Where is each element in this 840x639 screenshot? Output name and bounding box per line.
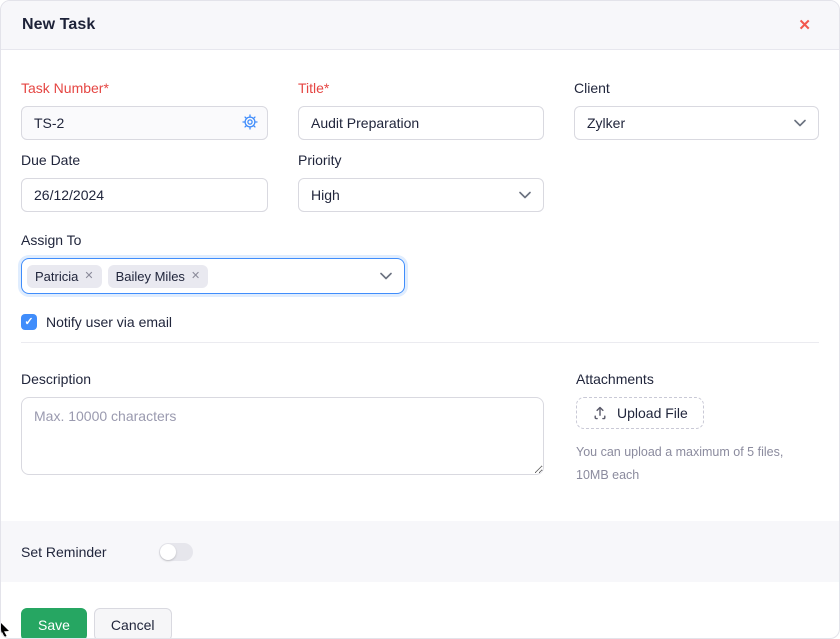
- assignee-chip-name: Bailey Miles: [116, 269, 185, 284]
- assign-to-label: Assign To: [21, 232, 819, 248]
- client-field: Client Zylker: [574, 80, 819, 140]
- description-label: Description: [21, 371, 544, 387]
- dialog-footer: Save Cancel: [1, 582, 839, 639]
- priority-select[interactable]: High: [298, 178, 544, 212]
- assignee-chips: Patricia ✕ Bailey Miles ✕: [27, 265, 374, 288]
- due-date-field: Due Date: [21, 152, 268, 212]
- new-task-dialog: New Task ✕ Task Number*: [0, 0, 840, 639]
- attachments-hint: You can upload a maximum of 5 files, 10M…: [576, 441, 819, 487]
- assign-to-multiselect[interactable]: Patricia ✕ Bailey Miles ✕: [21, 258, 405, 294]
- upload-file-label: Upload File: [617, 405, 688, 421]
- chip-remove-icon[interactable]: ✕: [84, 271, 93, 282]
- notify-row: ✓ Notify user via email: [21, 314, 819, 330]
- description-attachments-row: Description Attachments Upload File You: [21, 371, 819, 487]
- dialog-header: New Task ✕: [1, 1, 839, 50]
- page-title: New Task: [22, 16, 95, 34]
- save-button[interactable]: Save: [21, 608, 87, 639]
- notify-label: Notify user via email: [46, 314, 172, 330]
- assign-to-field: Assign To Patricia ✕ Bailey Miles ✕: [21, 232, 819, 294]
- set-reminder-section: Set Reminder: [1, 521, 839, 582]
- description-field: Description: [21, 371, 544, 487]
- task-number-input[interactable]: [21, 106, 268, 140]
- upload-file-button[interactable]: Upload File: [576, 397, 704, 429]
- check-icon: ✓: [24, 317, 33, 328]
- chevron-down-icon: [380, 267, 392, 285]
- priority-field: Priority High: [298, 152, 544, 212]
- upload-icon: [592, 405, 608, 421]
- chevron-down-icon: [794, 119, 806, 127]
- toggle-knob: [160, 544, 176, 560]
- task-number-label: Task Number*: [21, 80, 268, 96]
- client-select-value: Zylker: [587, 115, 625, 131]
- priority-select-value: High: [311, 187, 340, 203]
- title-label: Title*: [298, 80, 544, 96]
- close-icon: ✕: [798, 17, 811, 34]
- task-number-field: Task Number*: [21, 80, 268, 140]
- chevron-down-icon: [519, 191, 531, 199]
- assignee-chip: Bailey Miles ✕: [108, 265, 209, 288]
- set-reminder-label: Set Reminder: [21, 544, 107, 560]
- notify-checkbox[interactable]: ✓: [21, 314, 37, 330]
- set-reminder-toggle[interactable]: [159, 543, 193, 561]
- divider: [21, 342, 819, 343]
- cancel-button[interactable]: Cancel: [94, 608, 172, 639]
- close-button[interactable]: ✕: [794, 14, 815, 37]
- priority-label: Priority: [298, 152, 544, 168]
- title-input[interactable]: [298, 106, 544, 140]
- form-row-2: Due Date Priority High: [21, 152, 819, 212]
- client-select[interactable]: Zylker: [574, 106, 819, 140]
- due-date-input[interactable]: [21, 178, 268, 212]
- form-row-1: Task Number* Title*: [21, 80, 819, 140]
- client-label: Client: [574, 80, 819, 96]
- due-date-label: Due Date: [21, 152, 268, 168]
- assignee-chip: Patricia ✕: [27, 265, 102, 288]
- gear-icon: [242, 114, 258, 133]
- assignee-chip-name: Patricia: [35, 269, 78, 284]
- attachments-field: Attachments Upload File You can upload a…: [576, 371, 819, 487]
- attachments-label: Attachments: [576, 371, 819, 387]
- form-body: Task Number* Title*: [1, 50, 839, 487]
- mouse-cursor-icon: [0, 621, 12, 639]
- task-number-settings-button[interactable]: [242, 114, 258, 133]
- description-textarea[interactable]: [21, 397, 544, 475]
- title-field: Title*: [298, 80, 544, 140]
- chip-remove-icon[interactable]: ✕: [191, 271, 200, 282]
